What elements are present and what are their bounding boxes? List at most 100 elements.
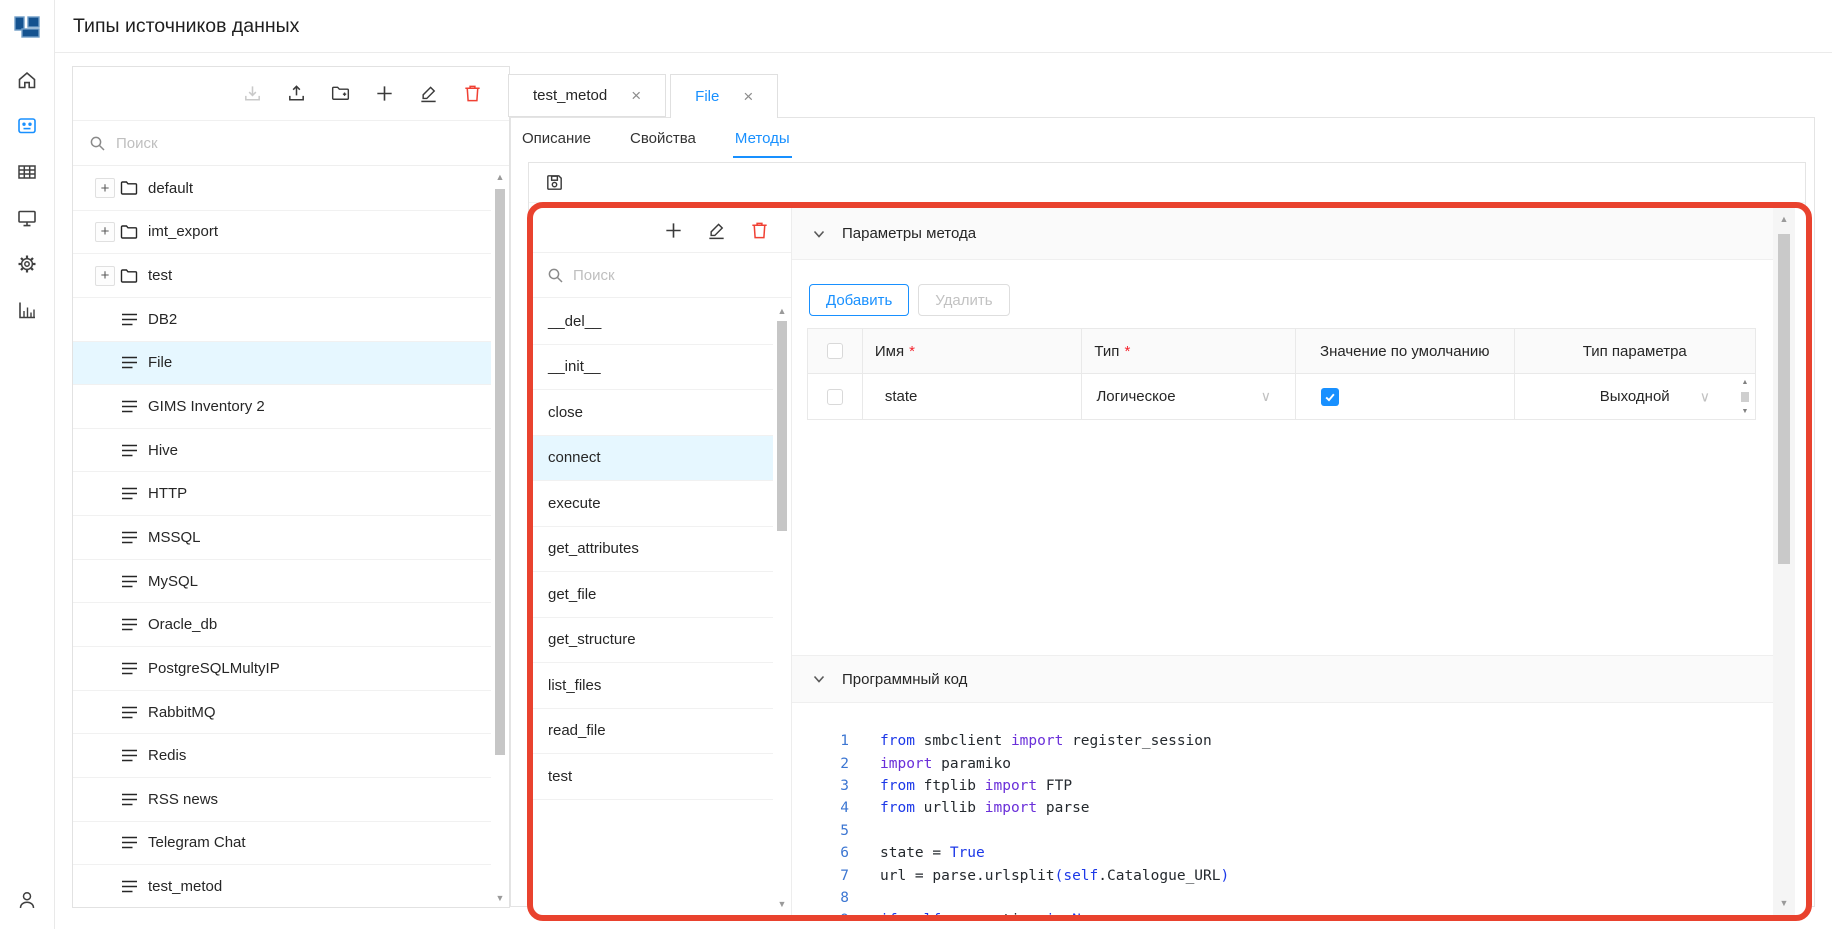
tree-item-row[interactable]: MySQL (73, 560, 491, 604)
tree-item-row[interactable]: Redis (73, 734, 491, 778)
scroll-up-icon[interactable]: ▲ (1773, 215, 1795, 224)
method-list-item[interactable]: __init__ (533, 345, 773, 391)
method-params-section-header[interactable]: Параметры метода (792, 208, 1773, 260)
delete-icon[interactable] (749, 220, 770, 241)
close-icon[interactable]: × (743, 88, 753, 105)
scroll-up-icon[interactable]: ▲ (773, 307, 791, 316)
edit-icon[interactable] (706, 220, 727, 241)
select-all-checkbox[interactable] (827, 343, 843, 359)
list-lines-icon (121, 879, 138, 894)
tab-file[interactable]: File × (670, 74, 778, 118)
add-icon[interactable] (374, 83, 395, 104)
tree-item-row[interactable]: Hive (73, 429, 491, 473)
scroll-down-icon[interactable]: ▼ (773, 900, 791, 909)
expand-icon[interactable]: + (95, 266, 115, 286)
param-direction-select[interactable]: Выходной (1600, 388, 1670, 405)
method-list-item[interactable]: get_structure (533, 618, 773, 664)
method-list-item[interactable]: test (533, 754, 773, 800)
tree-item-row[interactable]: File (73, 342, 491, 386)
tree-item-row[interactable]: RSS news (73, 778, 491, 822)
tree-item-row[interactable]: HTTP (73, 472, 491, 516)
edit-icon[interactable] (418, 83, 439, 104)
scroll-up-icon[interactable]: ▲ (1742, 379, 1749, 386)
home-icon[interactable] (16, 69, 38, 91)
download-icon[interactable] (242, 83, 263, 104)
tab-properties[interactable]: Свойства (628, 117, 698, 158)
expand-icon[interactable]: + (95, 222, 115, 242)
page-title: Типы источников данных (73, 15, 299, 38)
method-name: get_file (548, 586, 596, 603)
code-section-header[interactable]: Программный код (792, 655, 1773, 703)
tab-methods[interactable]: Методы (733, 117, 792, 158)
methods-editor-highlight: __del__ __init__ close connect execute g… (527, 202, 1812, 921)
upload-icon[interactable] (286, 83, 307, 104)
required-mark: * (909, 343, 915, 360)
tree-item-row[interactable]: Oracle_db (73, 603, 491, 647)
settings-icon[interactable] (16, 253, 38, 275)
tree-item-row[interactable]: MSSQL (73, 516, 491, 560)
tree-search-input[interactable] (116, 135, 416, 152)
panel-scrollbar-thumb[interactable] (1778, 234, 1790, 564)
tree-item-row[interactable]: test_metod (73, 865, 491, 907)
methods-search-input[interactable] (573, 267, 743, 284)
tree-item-row[interactable]: Telegram Chat (73, 822, 491, 866)
tab-test-metod[interactable]: test_metod × (508, 74, 666, 117)
editor-toolbar (529, 163, 1805, 203)
method-list-item[interactable]: get_file (533, 572, 773, 618)
method-list-item[interactable]: get_attributes (533, 527, 773, 573)
add-param-button[interactable]: Добавить (809, 284, 909, 316)
param-type-select[interactable]: Логическое (1096, 388, 1175, 405)
method-name: get_attributes (548, 540, 639, 557)
chevron-down-icon[interactable]: ∨ (1700, 388, 1710, 405)
methods-scrollbar[interactable]: ▲ ▼ (773, 299, 791, 915)
table-row-scrollbar[interactable]: ▲ ▼ (1738, 375, 1752, 419)
scroll-down-icon[interactable]: ▼ (491, 894, 509, 903)
tree-item-row[interactable]: RabbitMQ (73, 691, 491, 735)
code-editor[interactable]: 1from smbclient import register_session2… (792, 703, 1773, 915)
default-value-checkbox[interactable] (1321, 388, 1339, 406)
method-list-item[interactable]: __del__ (533, 299, 773, 345)
monitor-icon[interactable] (16, 207, 38, 229)
tables-icon[interactable] (16, 161, 38, 183)
list-lines-icon (121, 748, 138, 763)
tree-folder-row[interactable]: + imt_export (73, 211, 491, 255)
row-checkbox[interactable] (827, 389, 843, 405)
charts-icon[interactable] (16, 299, 38, 321)
param-name[interactable]: state (885, 388, 918, 405)
method-list-item[interactable]: list_files (533, 663, 773, 709)
scroll-down-icon[interactable]: ▼ (1773, 899, 1795, 908)
tree-item-row[interactable]: GIMS Inventory 2 (73, 385, 491, 429)
method-list-item[interactable]: connect (533, 436, 773, 482)
tab-description[interactable]: Описание (520, 117, 593, 158)
expand-icon[interactable]: + (95, 178, 115, 198)
tree-scrollbar[interactable]: ▲ ▼ (491, 167, 509, 907)
methods-scrollbar-thumb[interactable] (777, 321, 787, 531)
chevron-down-icon[interactable]: ∨ (1261, 388, 1271, 405)
tree-item-row[interactable]: DB2 (73, 298, 491, 342)
tree-scrollbar-thumb[interactable] (495, 189, 505, 755)
list-lines-icon (121, 443, 138, 458)
user-icon[interactable] (16, 889, 38, 911)
list-lines-icon (121, 355, 138, 370)
method-list-item[interactable]: close (533, 390, 773, 436)
close-icon[interactable]: × (631, 87, 641, 104)
line-number: 6 (792, 845, 849, 861)
save-icon[interactable] (544, 172, 565, 193)
tree-folder-row[interactable]: + default (73, 167, 491, 211)
delete-icon[interactable] (462, 83, 483, 104)
add-icon[interactable] (663, 220, 684, 241)
tree-folder-row[interactable]: + test (73, 254, 491, 298)
data-source-types-icon[interactable] (16, 115, 38, 137)
scroll-down-icon[interactable]: ▼ (1742, 408, 1749, 415)
detail-tabs: Описание Свойства Методы (520, 117, 792, 158)
new-folder-icon[interactable] (330, 83, 351, 104)
panel-scrollbar[interactable]: ▲ ▼ (1773, 208, 1795, 915)
method-list-item[interactable]: execute (533, 481, 773, 527)
methods-toolbar (533, 208, 791, 253)
table-scrollbar-thumb[interactable] (1741, 392, 1749, 402)
method-list-item[interactable]: read_file (533, 709, 773, 755)
tree-item-row[interactable]: PostgreSQLMultyIP (73, 647, 491, 691)
column-default: Значение по умолчанию (1320, 343, 1489, 360)
delete-param-button[interactable]: Удалить (918, 284, 1009, 316)
scroll-up-icon[interactable]: ▲ (491, 173, 509, 182)
